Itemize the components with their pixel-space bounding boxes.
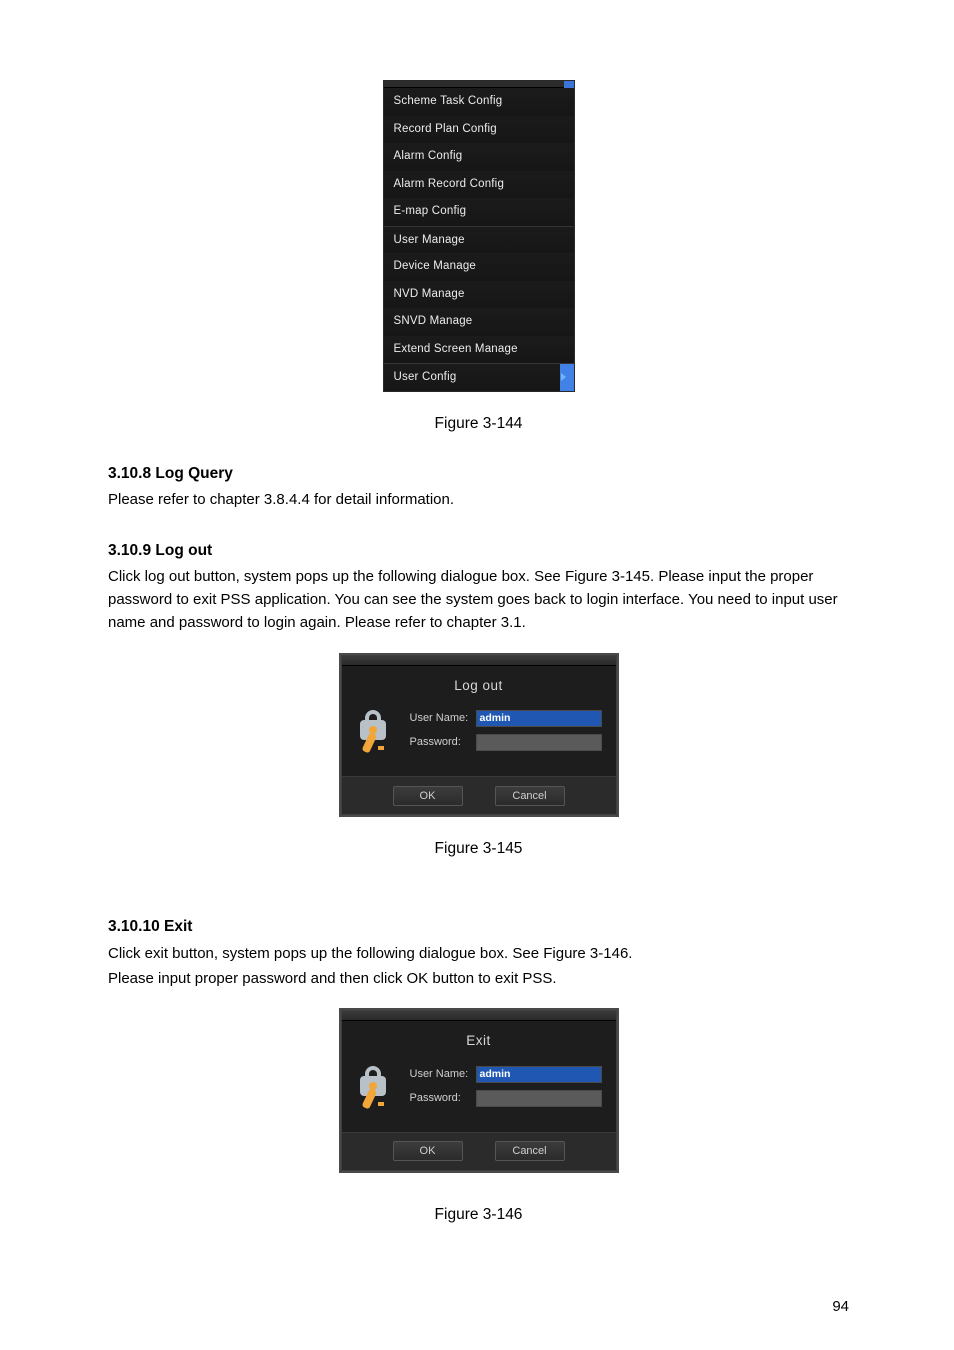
paragraph: Click log out button, system pops up the… (108, 565, 849, 635)
ok-button[interactable]: OK (393, 1141, 463, 1161)
dialog-titlebar[interactable] (342, 1011, 616, 1021)
password-label: Password: (410, 1090, 476, 1107)
cancel-button[interactable]: Cancel (495, 1141, 565, 1161)
username-field[interactable]: admin (476, 1066, 602, 1083)
menu-item-record-plan-config[interactable]: Record Plan Config (384, 116, 574, 144)
heading-log-out: 3.10.9 Log out (108, 539, 849, 563)
ok-button[interactable]: OK (393, 786, 463, 806)
lock-key-icon (356, 710, 400, 754)
logout-dialog: Log out User Name: admin Password: OK Ca… (339, 653, 619, 818)
password-field[interactable] (476, 1090, 602, 1107)
lock-key-icon (356, 1066, 400, 1110)
menu-titlebar (384, 81, 574, 88)
cancel-button[interactable]: Cancel (495, 786, 565, 806)
dialog-titlebar[interactable] (342, 656, 616, 666)
menu-item-device-manage[interactable]: Device Manage (384, 253, 574, 281)
heading-log-query: 3.10.8 Log Query (108, 462, 849, 486)
menu-item-extend-screen-manage[interactable]: Extend Screen Manage (384, 336, 574, 364)
settings-menu: Scheme Task Config Record Plan Config Al… (383, 80, 575, 392)
figure-caption-3-146: Figure 3-146 (108, 1203, 849, 1227)
menu-item-user-config[interactable]: User Config (384, 363, 574, 391)
password-field[interactable] (476, 734, 602, 751)
menu-item-label: User Config (394, 371, 457, 383)
username-label: User Name: (410, 1066, 476, 1083)
page-number: 94 (832, 1295, 849, 1318)
menu-item-nvd-manage[interactable]: NVD Manage (384, 281, 574, 309)
username-field[interactable]: admin (476, 710, 602, 727)
menu-item-snvd-manage[interactable]: SNVD Manage (384, 308, 574, 336)
menu-item-alarm-record-config[interactable]: Alarm Record Config (384, 171, 574, 199)
figure-caption-3-144: Figure 3-144 (108, 412, 849, 436)
heading-exit: 3.10.10 Exit (108, 915, 849, 939)
paragraph: Please input proper password and then cl… (108, 967, 849, 990)
paragraph: Please refer to chapter 3.8.4.4 for deta… (108, 488, 849, 511)
paragraph: Click exit button, system pops up the fo… (108, 942, 849, 965)
password-label: Password: (410, 734, 476, 751)
menu-item-user-manage[interactable]: User Manage (384, 226, 574, 254)
dialog-title: Exit (342, 1021, 616, 1062)
figure-caption-3-145: Figure 3-145 (108, 837, 849, 861)
menu-item-scheme-task-config[interactable]: Scheme Task Config (384, 88, 574, 116)
exit-dialog: Exit User Name: admin Password: OK Cance… (339, 1008, 619, 1173)
menu-item-emap-config[interactable]: E-map Config (384, 198, 574, 226)
dialog-title: Log out (342, 666, 616, 707)
menu-item-alarm-config[interactable]: Alarm Config (384, 143, 574, 171)
username-label: User Name: (410, 710, 476, 727)
